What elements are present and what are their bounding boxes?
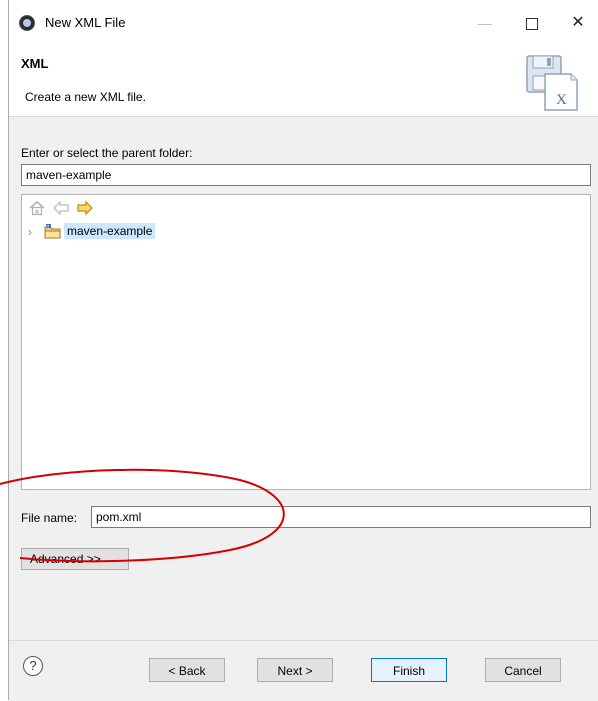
- cancel-button[interactable]: Cancel: [485, 658, 561, 682]
- xml-file-wizard-icon: X: [526, 55, 578, 111]
- window-title: New XML File: [45, 15, 126, 30]
- next-button[interactable]: Next >: [257, 658, 333, 682]
- advanced-button[interactable]: Advanced >>: [21, 548, 129, 570]
- file-name-input[interactable]: [91, 506, 591, 528]
- project-folder-icon: M: [44, 224, 61, 239]
- file-name-label: File name:: [21, 511, 78, 525]
- maximize-button[interactable]: [509, 8, 555, 38]
- chevron-right-icon[interactable]: ›: [28, 226, 40, 238]
- eclipse-app-icon: [19, 15, 35, 31]
- banner-title: XML: [21, 56, 49, 71]
- dialog-window: New XML File — ✕ XML Create a new XML fi…: [8, 0, 598, 701]
- back-arrow-icon[interactable]: [52, 199, 70, 217]
- finish-button[interactable]: Finish: [371, 658, 447, 682]
- help-icon[interactable]: ?: [23, 656, 43, 676]
- back-button[interactable]: < Back: [149, 658, 225, 682]
- title-bar: New XML File — ✕: [9, 0, 598, 40]
- svg-text:M: M: [46, 225, 49, 229]
- folder-tree[interactable]: › M maven-example: [21, 194, 591, 490]
- button-bar: ? < Back Next > Finish Cancel: [9, 640, 598, 701]
- forward-arrow-icon[interactable]: [76, 199, 94, 217]
- banner-description: Create a new XML file.: [25, 90, 146, 104]
- wizard-banner: XML Create a new XML file. X: [9, 40, 598, 117]
- svg-text:X: X: [556, 92, 567, 108]
- close-button[interactable]: ✕: [555, 8, 598, 38]
- maximize-icon: [526, 18, 538, 31]
- parent-folder-input[interactable]: [21, 164, 591, 186]
- minimize-button[interactable]: —: [462, 8, 508, 38]
- parent-folder-label: Enter or select the parent folder:: [21, 146, 193, 160]
- tree-item-label[interactable]: maven-example: [64, 223, 156, 239]
- home-icon[interactable]: [28, 199, 46, 217]
